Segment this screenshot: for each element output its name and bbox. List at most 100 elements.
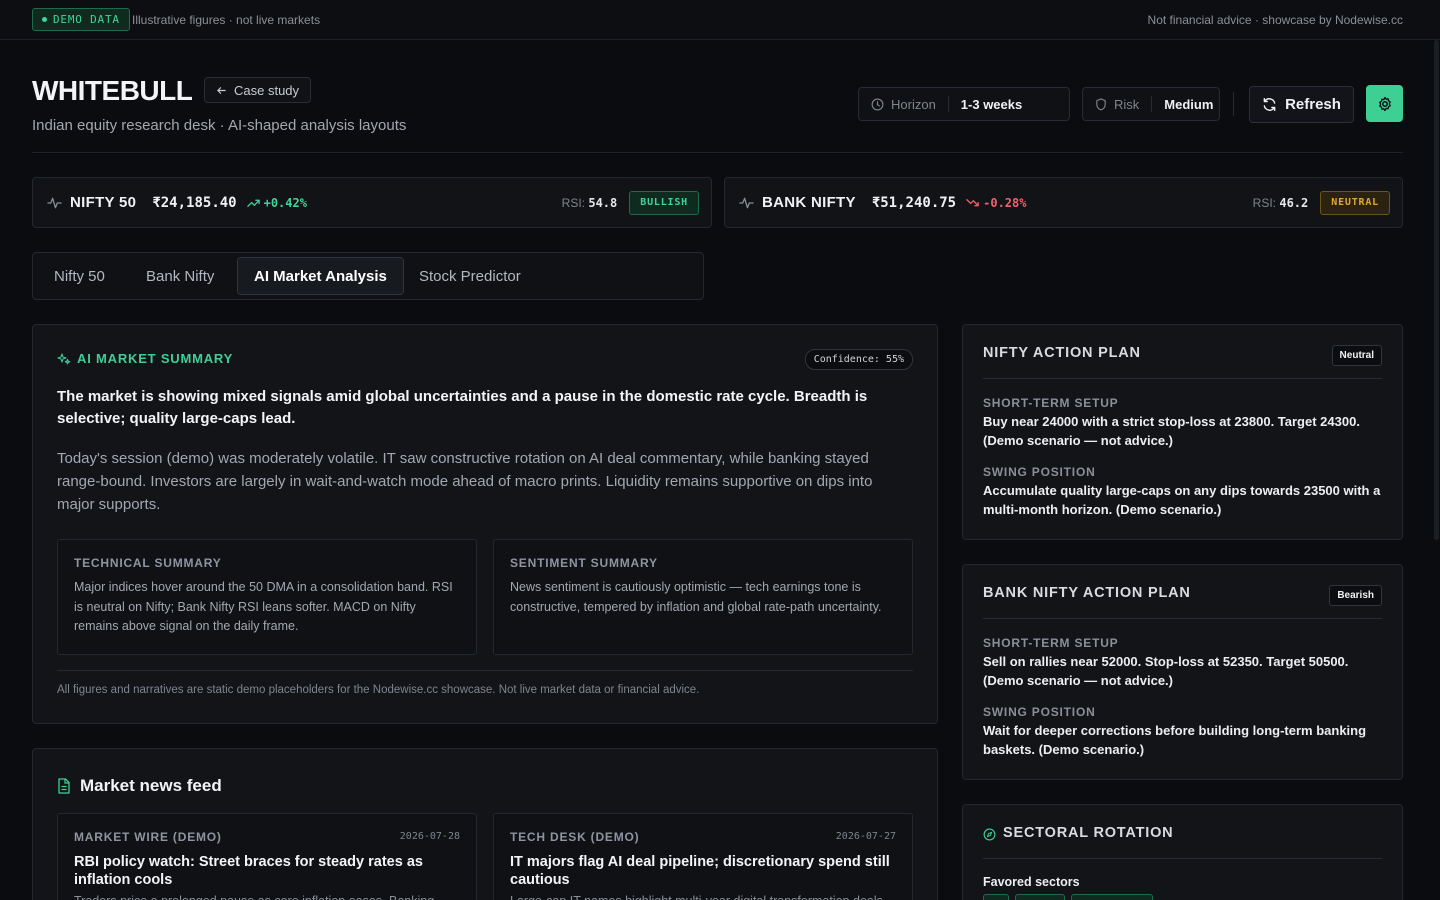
header-divider	[1233, 92, 1234, 116]
swing-label: SWING POSITION	[983, 465, 1096, 479]
pulse-icon	[739, 196, 754, 210]
analysis-tabs: Nifty 50 Bank Nifty AI Market Analysis S…	[32, 252, 704, 300]
header-separator	[32, 152, 1403, 153]
settings-button[interactable]	[1366, 85, 1403, 122]
news-headline: RBI policy watch: Street braces for stea…	[74, 854, 423, 888]
short-term-label: SHORT-TERM SETUP	[983, 396, 1119, 410]
risk-selector[interactable]: Risk Medium	[1082, 87, 1220, 121]
ticker-change: +0.42%	[246, 195, 307, 210]
swing-label: SWING POSITION	[983, 705, 1096, 719]
ticker-rsi: RSI: 46.2	[1253, 196, 1309, 210]
rsi-label: RSI:	[561, 195, 585, 210]
short-term-label: SHORT-TERM SETUP	[983, 636, 1119, 650]
nifty-action-plan-card: NIFTY ACTION PLAN Neutral SHORT-TERM SET…	[962, 324, 1403, 540]
summary-header: AI MARKET SUMMARY	[57, 351, 233, 366]
ticker-nifty-50: NIFTY 50 ₹24,185.40 +0.42% RSI: 54.8 BUL…	[32, 177, 712, 228]
pulse-icon	[47, 196, 62, 210]
bank-plan-tag: Bearish	[1329, 585, 1382, 606]
status-dot-icon	[42, 17, 47, 22]
tab-ai-market-analysis[interactable]: AI Market Analysis	[237, 257, 404, 295]
demo-data-badge: DEMO DATA	[32, 8, 130, 31]
clock-icon	[871, 98, 884, 111]
bank-plan-header: BANK NIFTY ACTION PLAN Bearish	[983, 585, 1382, 619]
news-date: 2026-07-27	[835, 831, 896, 842]
tab-nifty-50[interactable]: Nifty 50	[38, 257, 121, 295]
news-header: Market news feed	[57, 776, 222, 796]
technical-summary-card: TECHNICAL SUMMARY Major indices hover ar…	[57, 539, 477, 655]
rsi-value: 54.8	[588, 195, 618, 210]
technical-summary-text: Major indices hover around the 50 DMA in…	[74, 580, 453, 633]
signal-badge: BULLISH	[629, 190, 699, 215]
disclaimer-note: Not financial advice · showcase by Nodew…	[1147, 13, 1403, 27]
ticker-change: -0.28%	[966, 196, 1026, 210]
bank-nifty-action-plan-card: BANK NIFTY ACTION PLAN Bearish SHORT-TER…	[962, 564, 1403, 780]
refresh-icon	[1262, 97, 1277, 112]
sectoral-rotation-card: SECTORAL ROTATION Favored sectors	[962, 804, 1403, 900]
ticker-price: ₹24,185.40	[152, 194, 237, 211]
signal-badge: NEUTRAL	[1320, 190, 1390, 215]
news-title: Market news feed	[80, 776, 222, 795]
bank-plan-title: BANK NIFTY ACTION PLAN	[983, 585, 1191, 601]
summary-disclaimer: All figures and narratives are static de…	[57, 684, 700, 696]
news-source: MARKET WIRE (DEMO)	[74, 830, 222, 844]
news-excerpt: Large-cap IT names highlight multi-year …	[510, 892, 896, 900]
arrow-left-icon	[216, 85, 227, 96]
ticker-change-value: +0.42%	[263, 195, 307, 210]
trending-up-icon	[246, 198, 260, 208]
summary-divider	[57, 670, 913, 671]
risk-label-group: Risk	[1083, 96, 1153, 112]
news-item[interactable]: MARKET WIRE (DEMO) 2026-07-28 RBI policy…	[57, 813, 477, 900]
page-subtitle: Indian equity research desk · AI-shaped …	[32, 117, 407, 134]
ticker-price: ₹51,240.75	[871, 194, 957, 211]
page-scrollbar[interactable]	[1434, 40, 1439, 540]
swing-text: Accumulate quality large-caps on any dip…	[983, 483, 1381, 517]
top-bar: DEMO DATA Illustrative figures · not liv…	[0, 0, 1440, 40]
risk-label: Risk	[1114, 96, 1140, 112]
sparkles-icon	[57, 352, 71, 366]
news-date: 2026-07-28	[399, 831, 460, 842]
short-term-text: Sell on rallies near 52000. Stop-loss at…	[983, 654, 1349, 688]
ai-market-summary-card: AI MARKET SUMMARY Confidence: 55% The ma…	[32, 324, 938, 724]
market-news-card: Market news feed MARKET WIRE (DEMO) 2026…	[32, 748, 938, 900]
ticker-name: NIFTY 50	[70, 194, 137, 211]
ticker-bank-nifty: BANK NIFTY ₹51,240.75 -0.28% RSI: 46.2 N…	[724, 177, 1403, 228]
rsi-label: RSI:	[1252, 195, 1276, 210]
risk-value: Medium	[1164, 96, 1214, 112]
trending-down-icon	[966, 198, 979, 208]
summary-title: AI MARKET SUMMARY	[77, 351, 234, 366]
summary-lead: The market is showing mixed signals amid…	[57, 388, 868, 427]
news-headline: IT majors flag AI deal pipeline; discret…	[510, 854, 890, 888]
sentiment-summary-card: SENTIMENT SUMMARY News sentiment is caut…	[493, 539, 913, 655]
horizon-label-group: Horizon	[859, 96, 949, 112]
gear-icon	[1377, 96, 1393, 112]
short-term-text: Buy near 24000 with a strict stop-loss a…	[983, 414, 1360, 448]
horizon-value: 1-3 weeks	[960, 96, 1023, 112]
technical-summary-title: TECHNICAL SUMMARY	[74, 556, 222, 570]
ticker-rsi: RSI: 54.8	[562, 196, 618, 210]
compass-icon	[983, 828, 996, 841]
news-item[interactable]: TECH DESK (DEMO) 2026-07-27 IT majors fl…	[493, 813, 913, 900]
summary-body: Today's session (demo) was moderately vo…	[57, 450, 873, 513]
tab-stock-predictor[interactable]: Stock Predictor	[403, 257, 537, 295]
refresh-button[interactable]: Refresh	[1249, 86, 1354, 123]
horizon-selector[interactable]: Horizon 1-3 weeks	[858, 87, 1070, 121]
ticker-name: BANK NIFTY	[762, 194, 856, 211]
refresh-label: Refresh	[1285, 96, 1341, 113]
brand-title: WHITEBULL	[32, 75, 193, 106]
nifty-plan-header: NIFTY ACTION PLAN Neutral	[983, 345, 1382, 379]
sector-chip	[983, 894, 1009, 900]
nifty-plan-title: NIFTY ACTION PLAN	[983, 345, 1141, 361]
ticker-change-value: -0.28%	[983, 195, 1027, 210]
shield-icon	[1095, 97, 1107, 111]
illustrative-note: Illustrative figures · not live markets	[132, 13, 321, 27]
sectoral-header: SECTORAL ROTATION	[983, 825, 1382, 859]
tab-bank-nifty[interactable]: Bank Nifty	[130, 257, 230, 295]
rsi-value: 46.2	[1279, 195, 1309, 210]
document-icon	[57, 778, 71, 794]
news-source: TECH DESK (DEMO)	[510, 830, 640, 844]
horizon-label: Horizon	[891, 96, 936, 112]
sector-chip	[1071, 894, 1153, 900]
case-study-button[interactable]: Case study	[204, 77, 312, 103]
news-excerpt: Traders price a prolonged pause as core …	[74, 892, 460, 900]
case-study-label: Case study	[234, 82, 300, 98]
